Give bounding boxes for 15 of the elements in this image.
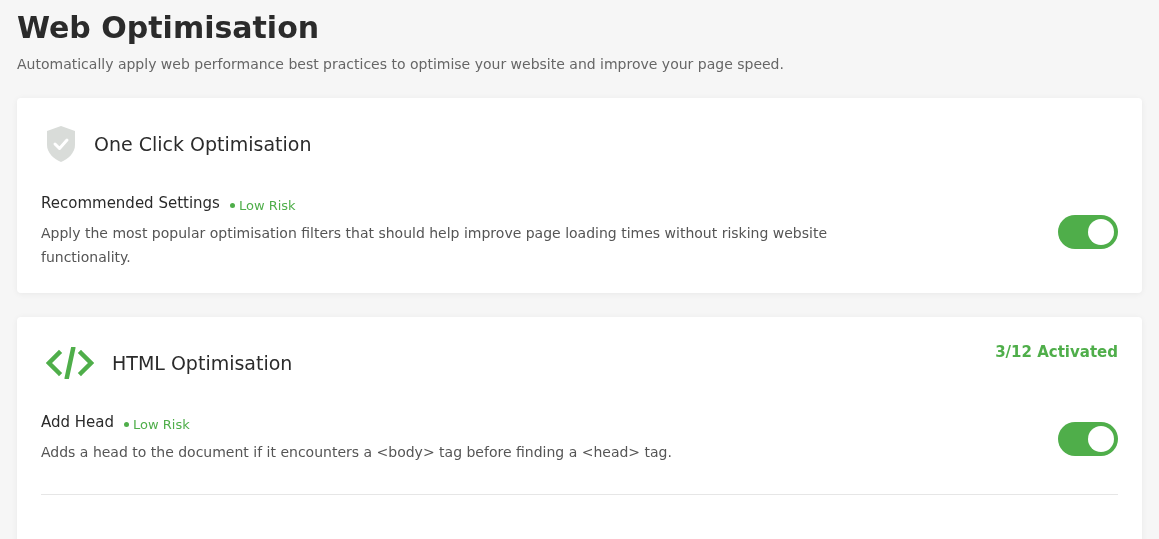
setting-name: Add Head [41,413,115,431]
card-title: HTML Optimisation [112,352,294,374]
setting-description: Apply the most popular optimisation filters that should help improve page loading times without risking website functionality. [41,224,828,267]
shield-check-icon [46,125,76,163]
toggle-switch[interactable] [1058,214,1118,249]
card-title: One Click Optimisation [94,133,313,155]
code-icon [46,347,94,379]
setting-description: Adds a head to the document if it encounters a <body> tag before finding a <head> tag. [41,443,673,462]
setting-name: Recommended Settings [41,194,220,212]
page-title: Web Optimisation [17,9,321,47]
risk-label: Low Risk [124,417,190,432]
risk-label: Low Risk [229,198,296,213]
activated-count: 3/12 Activated [995,343,1118,361]
toggle-switch[interactable] [1058,421,1118,456]
page-subtitle: Automatically apply web performance best practices to optimise your website and improve your page speed. [17,56,785,72]
